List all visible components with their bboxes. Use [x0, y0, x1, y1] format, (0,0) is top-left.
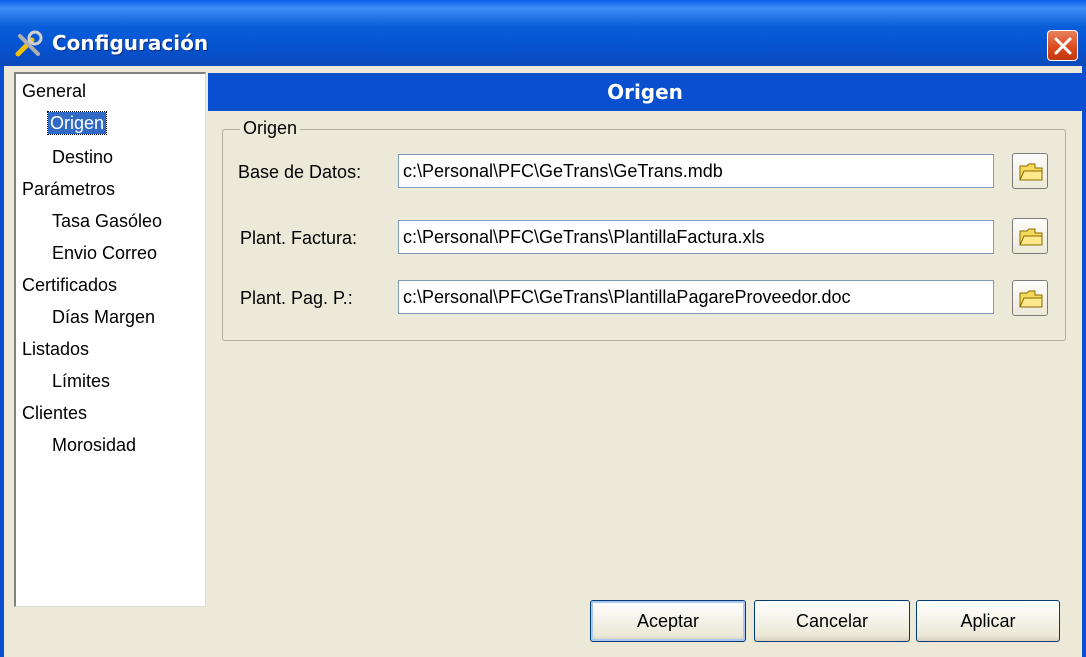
promissory-template-browse-button[interactable] [1012, 280, 1048, 316]
cancel-button[interactable]: Cancelar [754, 600, 910, 642]
window-frame-left [0, 66, 4, 657]
tools-icon [14, 30, 44, 58]
tree-item-clientes[interactable]: Clientes [22, 402, 87, 424]
tree-item-dias-margen[interactable]: Días Margen [52, 306, 155, 328]
invoice-template-browse-button[interactable] [1012, 218, 1048, 254]
tree-item-morosidad[interactable]: Morosidad [52, 434, 136, 456]
groupbox-label: Origen [240, 118, 301, 139]
tree-item-parametros[interactable]: Parámetros [22, 178, 115, 200]
database-path-input[interactable]: c:\Personal\PFC\GeTrans\GeTrans.mdb [398, 154, 994, 188]
folder-icon [1019, 290, 1043, 308]
promissory-template-input[interactable]: c:\Personal\PFC\GeTrans\PlantillaPagareP… [398, 280, 994, 314]
close-button[interactable] [1047, 30, 1078, 61]
database-label: Base de Datos: [238, 162, 362, 182]
tree-item-limites[interactable]: Límites [52, 370, 110, 392]
panel-title: Origen [607, 80, 683, 104]
title-bar[interactable]: Configuración [0, 0, 1086, 66]
window-frame-right [1082, 66, 1086, 657]
folder-icon [1019, 228, 1043, 246]
settings-tree[interactable]: General Origen Destino Parámetros Tasa G… [14, 72, 206, 607]
config-dialog: Configuración General Origen Destino Par… [0, 0, 1086, 657]
tree-item-certificados[interactable]: Certificados [22, 274, 117, 296]
tree-item-listados[interactable]: Listados [22, 338, 89, 360]
window-title: Configuración [52, 31, 209, 55]
folder-icon [1019, 163, 1043, 181]
close-icon [1054, 37, 1072, 55]
tree-item-origen[interactable]: Origen [46, 111, 108, 135]
accept-button[interactable]: Aceptar [590, 600, 746, 642]
database-browse-button[interactable] [1012, 153, 1048, 189]
invoice-template-label: Plant. Factura: [240, 228, 358, 248]
apply-button[interactable]: Aplicar [916, 600, 1060, 642]
tree-item-tasa-gasoleo[interactable]: Tasa Gasóleo [52, 210, 162, 232]
promissory-template-label: Plant. Pag. P.: [240, 288, 353, 308]
tree-item-envio-correo[interactable]: Envio Correo [52, 242, 157, 264]
invoice-template-input[interactable]: c:\Personal\PFC\GeTrans\PlantillaFactura… [398, 220, 994, 254]
tree-item-general[interactable]: General [22, 80, 86, 102]
tree-item-destino[interactable]: Destino [52, 146, 113, 168]
